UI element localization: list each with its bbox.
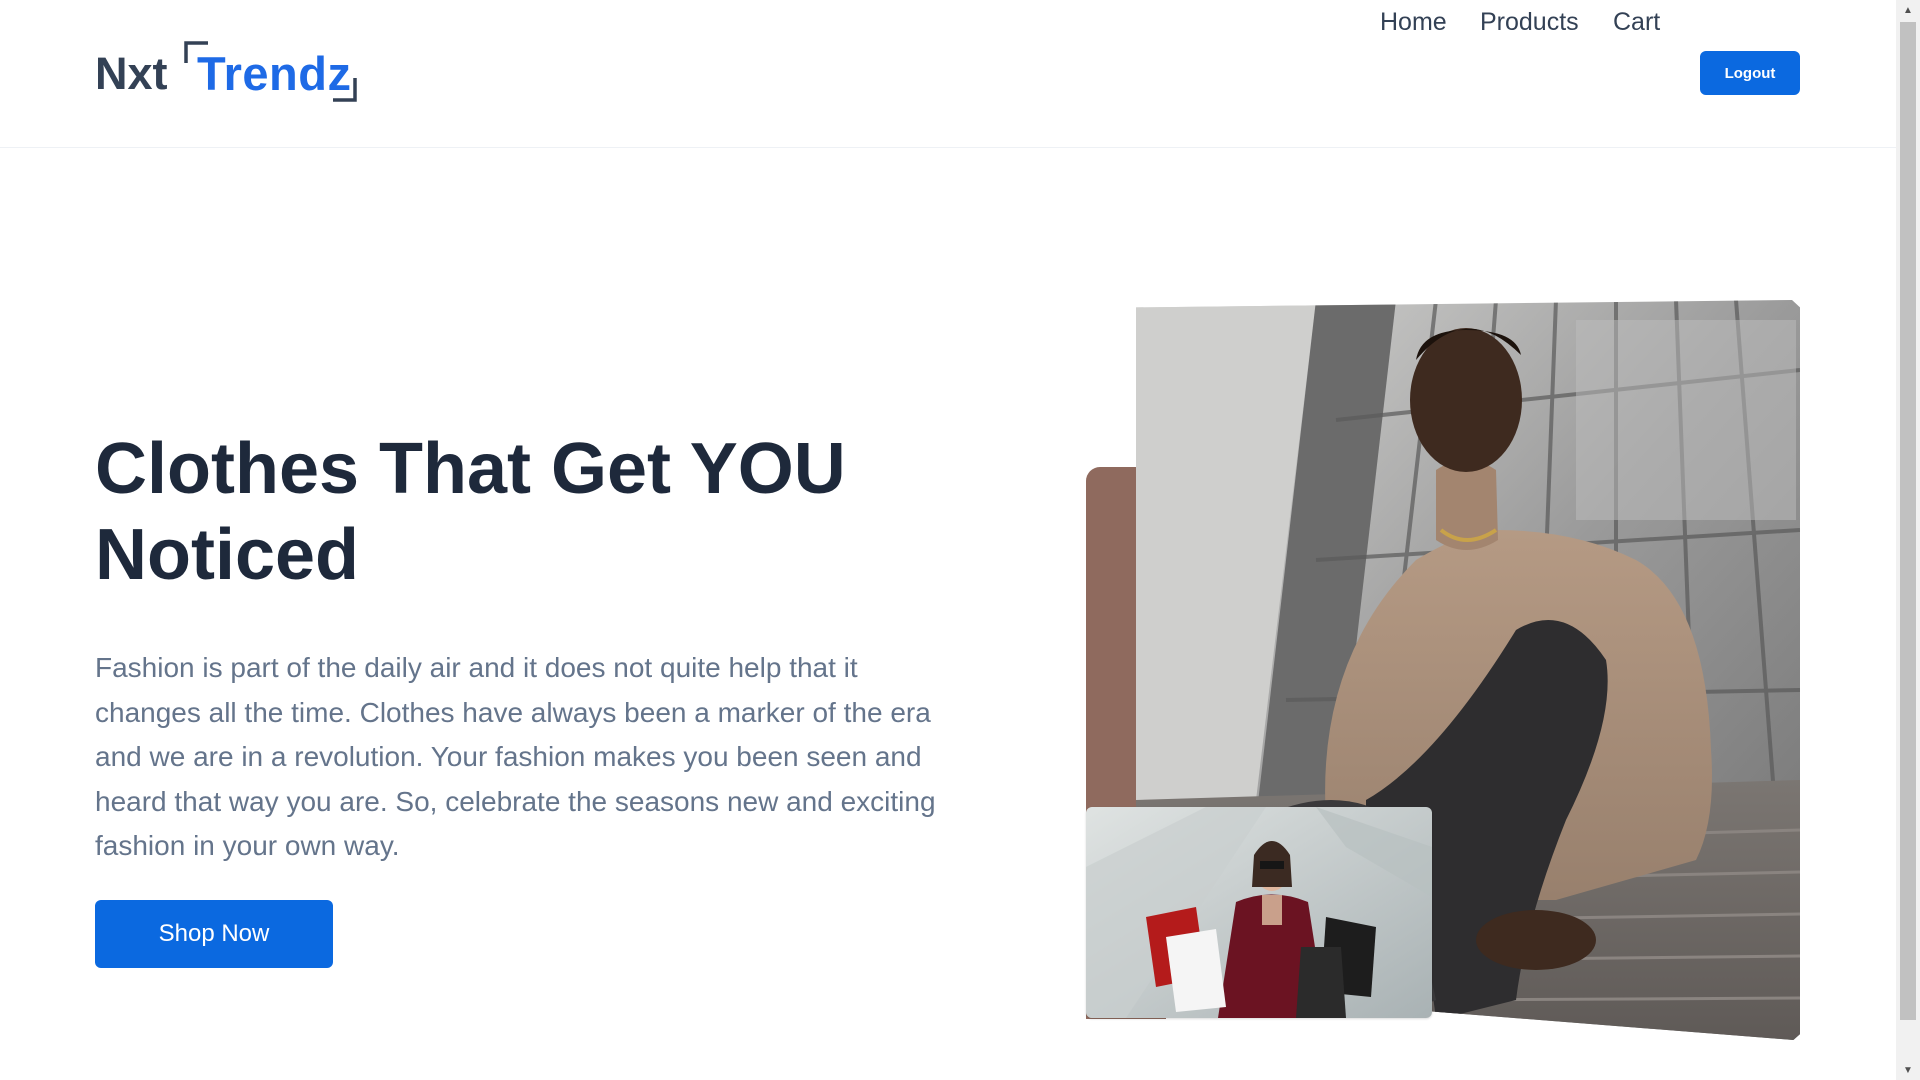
scroll-up-arrow-icon[interactable]: ▲ <box>1896 0 1920 20</box>
hero-secondary-image <box>1086 807 1432 1018</box>
hero-description: Fashion is part of the daily air and it … <box>95 652 936 861</box>
hero-heading: Clothes That Get YOU Noticed <box>95 429 846 595</box>
nav-link-home[interactable]: Home <box>1380 8 1447 37</box>
logo-bracket-bottom-right-icon <box>333 78 357 102</box>
navbar: Nxt Trendz Home Products Cart <box>0 0 1896 148</box>
shop-now-button[interactable]: Shop Now <box>95 900 333 968</box>
nav-link-cart[interactable]: Cart <box>1613 8 1660 37</box>
page-scrollbar[interactable]: ▲ ▼ <box>1896 0 1920 1080</box>
scroll-down-arrow-icon[interactable]: ▼ <box>1896 1060 1920 1080</box>
logo-text-nxt: Nxt <box>95 48 168 99</box>
website-logo[interactable]: Nxt Trendz <box>95 38 375 108</box>
scrollbar-thumb[interactable] <box>1900 22 1916 1020</box>
nav-link-products[interactable]: Products <box>1480 8 1579 37</box>
logout-button[interactable]: Logout <box>1700 51 1800 95</box>
logo-text-trendz: Trendz <box>197 47 352 100</box>
woman-shopping-photo-illustration <box>1086 807 1432 1018</box>
